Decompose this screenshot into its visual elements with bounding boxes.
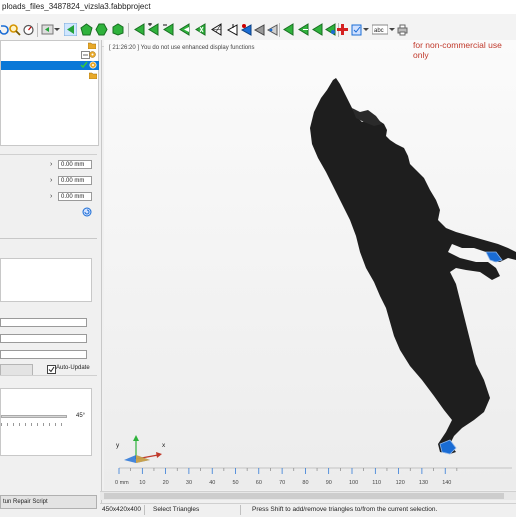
chevron-right-icon[interactable]: › xyxy=(50,177,52,184)
divider xyxy=(240,505,241,515)
checkmark-icon xyxy=(80,61,88,71)
axis-y-label: y xyxy=(116,442,120,449)
triangle-paint-icon[interactable] xyxy=(240,23,253,36)
triangle-gray-icon[interactable] xyxy=(266,23,279,36)
3d-viewport[interactable]: [ 21:26:20 ] You do not use enhanced dis… xyxy=(104,40,516,490)
ruler-label: 140 xyxy=(442,480,451,486)
selected-part-row[interactable] xyxy=(1,61,99,70)
triangle-shade-icon[interactable] xyxy=(253,23,266,36)
repair-info-box xyxy=(0,258,92,302)
scrollbar-thumb[interactable] xyxy=(104,493,504,499)
status-hint: Press Shift to add/remove triangles to/f… xyxy=(252,506,438,513)
axis-gizmo: y x xyxy=(114,433,166,465)
run-repair-script-button[interactable]: tun Repair Script xyxy=(0,495,97,509)
text-dropdown-icon[interactable] xyxy=(388,23,396,36)
triangle-fill-icon[interactable] xyxy=(178,23,191,36)
ruler-label: 20 xyxy=(163,480,169,486)
auto-update-label: Auto-Update xyxy=(56,365,90,371)
red-cross-icon[interactable] xyxy=(336,23,349,36)
status-dimensions: 450x420x400 xyxy=(102,506,142,513)
triangle-cross-icon[interactable] xyxy=(194,23,207,36)
left-panel: › 0.00 mm › 0.00 mm › 0.00 mm Auto-Updat… xyxy=(0,40,102,516)
view-dropdown-icon[interactable] xyxy=(53,23,61,36)
triangle-remove-icon[interactable] xyxy=(162,23,175,36)
ruler-label: 90 xyxy=(326,480,332,486)
chevron-right-icon[interactable]: › xyxy=(50,161,52,168)
ruler-label: 60 xyxy=(256,480,262,486)
svg-text:abc: abc xyxy=(374,28,384,34)
triangle-add-icon[interactable] xyxy=(147,23,160,36)
printer-icon[interactable] xyxy=(396,23,409,36)
divider xyxy=(144,505,145,515)
gear-icon[interactable] xyxy=(89,61,97,71)
axis-x-label: x xyxy=(162,442,166,449)
status-mode: Select Triangles xyxy=(153,506,200,513)
triangle-arrow-icon[interactable] xyxy=(282,23,295,36)
toolbar-separator xyxy=(279,23,280,37)
position-x-field[interactable]: 0.00 mm xyxy=(58,160,92,169)
position-y-field[interactable]: 0.00 mm xyxy=(58,176,92,185)
toolbar-separator xyxy=(128,23,129,37)
window-title: ploads_files_3487824_vizsla3.fabbproject xyxy=(2,2,151,11)
properties-section: › 0.00 mm › 0.00 mm › 0.00 mm xyxy=(0,150,97,270)
triangle-wire-icon[interactable] xyxy=(210,23,223,36)
hexagon-green-icon[interactable] xyxy=(95,23,108,36)
divider xyxy=(0,154,97,155)
horizontal-scrollbar[interactable] xyxy=(100,491,516,500)
gear-icon[interactable] xyxy=(89,51,96,60)
search-icon[interactable] xyxy=(8,23,21,36)
status-bar: 450x420x400 Select Triangles Press Shift… xyxy=(100,503,516,517)
auto-update-checkbox[interactable] xyxy=(47,365,56,374)
project-tree[interactable] xyxy=(0,40,99,146)
ruler-label: 40 xyxy=(209,480,215,486)
clipboard-dropdown-icon[interactable] xyxy=(362,23,370,36)
ruler-label: 30 xyxy=(186,480,192,486)
repair-input-2[interactable] xyxy=(0,334,87,343)
pentagon-green-icon[interactable] xyxy=(80,23,93,36)
repair-input-3[interactable] xyxy=(0,350,87,359)
dog-model[interactable] xyxy=(104,40,516,460)
folder-icon[interactable] xyxy=(88,72,98,81)
ruler-label: 130 xyxy=(419,480,428,486)
ruler-label: 120 xyxy=(396,480,405,486)
ruler-label: 50 xyxy=(233,480,239,486)
cube-green-icon[interactable] xyxy=(111,23,124,36)
triangle-move-icon[interactable] xyxy=(226,23,239,36)
angle-settings-box: 45° xyxy=(0,388,92,456)
ruler-label: 0 mm xyxy=(115,480,129,486)
toolbar-separator xyxy=(37,23,38,37)
ruler: 0 mm 10 20 30 40 50 60 70 80 90 100 110 120 130 140 xyxy=(104,464,516,490)
folder-icon[interactable] xyxy=(87,42,97,51)
ruler-label: 10 xyxy=(139,480,145,486)
divider xyxy=(0,238,97,239)
angle-value: 45° xyxy=(76,413,86,419)
arrow-right-icon[interactable] xyxy=(297,23,310,36)
repair-input-1[interactable] xyxy=(0,318,87,327)
reset-icon[interactable] xyxy=(82,207,92,219)
angle-slider-ticks xyxy=(1,423,67,426)
position-z-field[interactable]: 0.00 mm xyxy=(58,192,92,201)
window-titlebar: ploads_files_3487824_vizsla3.fabbproject xyxy=(0,0,516,14)
divider xyxy=(0,375,97,376)
triangle-select-icon[interactable] xyxy=(133,23,146,36)
angle-slider-track[interactable] xyxy=(1,415,67,418)
chevron-right-icon[interactable]: › xyxy=(50,193,52,200)
text-abc-icon[interactable]: abc xyxy=(372,23,388,36)
ruler-label: 80 xyxy=(302,480,308,486)
ruler-label: 70 xyxy=(279,480,285,486)
ruler-label: 100 xyxy=(349,480,358,486)
arrow-left2-icon[interactable] xyxy=(311,23,324,36)
arrow-left-icon[interactable] xyxy=(64,23,77,36)
ruler-label: 110 xyxy=(372,480,381,486)
measure-icon[interactable] xyxy=(22,23,35,36)
